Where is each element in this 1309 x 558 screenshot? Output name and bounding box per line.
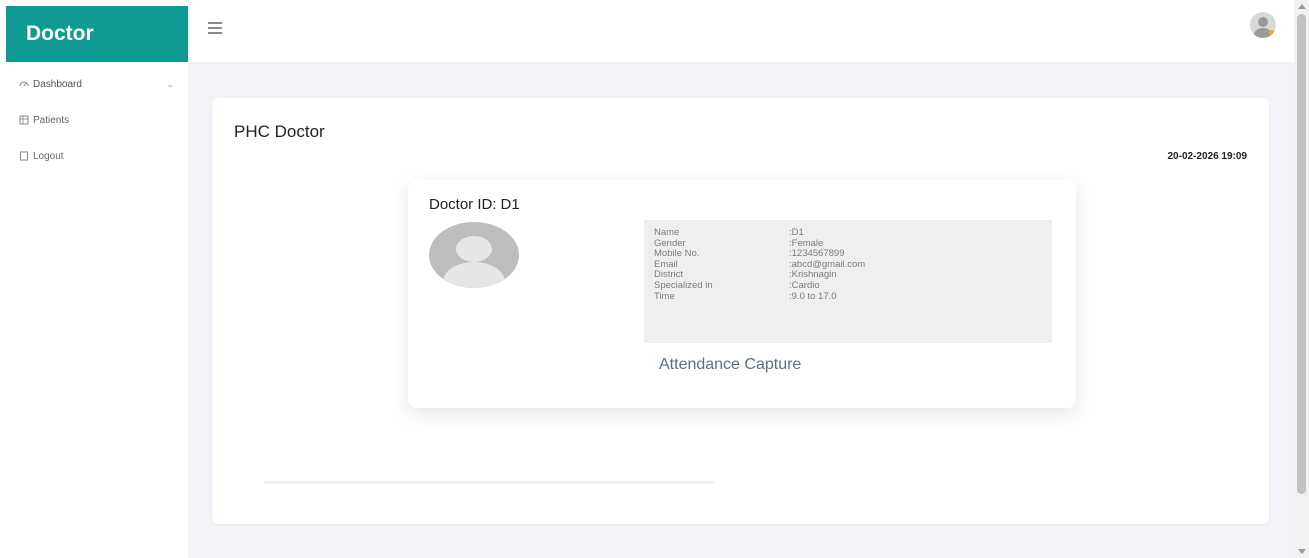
attendance-capture-link[interactable]: Attendance Capture bbox=[659, 356, 801, 374]
doctor-id-label: Doctor ID: bbox=[429, 196, 497, 213]
scroll-thumb[interactable] bbox=[1297, 14, 1306, 494]
brand-title[interactable]: Doctor bbox=[6, 6, 188, 62]
info-value: Cardio bbox=[789, 280, 820, 292]
doctor-profile-card: Doctor ID:D1 Name D1 Gender Female Mobil… bbox=[408, 180, 1076, 408]
hamburger-icon[interactable] bbox=[208, 22, 222, 34]
main-card: PHC Doctor 20-02-2026 19:09 Doctor ID: D1… bbox=[212, 98, 1269, 524]
sidebar: Doctor Dashboard ⌄ Patients Logout bbox=[0, 0, 188, 558]
datetime-display: 20-02-2026 19:09 bbox=[1167, 151, 1247, 162]
info-label: Name bbox=[654, 227, 680, 238]
sidebar-item-label: Dashboard bbox=[33, 78, 82, 90]
user-avatar-icon[interactable] bbox=[1250, 12, 1276, 38]
top-bar bbox=[188, 0, 1294, 62]
info-row-gender: Gender Female bbox=[654, 238, 1042, 250]
sidebar-item-dashboard[interactable]: Dashboard ⌄ bbox=[0, 66, 188, 102]
dashboard-icon bbox=[18, 79, 29, 90]
info-label: Time bbox=[654, 290, 675, 302]
logout-icon bbox=[18, 151, 29, 162]
info-label: Specialized in bbox=[654, 279, 713, 291]
doctor-avatar-icon bbox=[429, 222, 519, 288]
chevron-down-icon[interactable]: ⌄ bbox=[166, 79, 174, 90]
info-row-time: Time 9.0 to 17.0 bbox=[654, 290, 1042, 303]
sidebar-nav: Dashboard ⌄ Patients Logout bbox=[0, 66, 188, 174]
info-row-specialization: Specialized in Cardio bbox=[654, 279, 1042, 292]
sidebar-item-label: Logout bbox=[33, 150, 64, 162]
patients-icon bbox=[18, 115, 29, 126]
scroll-up-arrow-icon[interactable] bbox=[1298, 4, 1306, 9]
sidebar-item-logout[interactable]: Logout bbox=[0, 138, 188, 174]
info-value: 9.0 to 17.0 bbox=[789, 291, 837, 303]
info-row-name: Name D1 bbox=[654, 227, 1042, 239]
info-row-email: Email abcd@gmail.com bbox=[654, 259, 1042, 271]
doctor-info-box: Name D1 Gender Female Mobile No. 1234567… bbox=[644, 220, 1052, 343]
page-title: PHC Doctor bbox=[234, 122, 325, 141]
scrollbar[interactable] bbox=[1294, 0, 1309, 558]
doctor-id-value: D1 bbox=[500, 196, 520, 213]
info-value: D1 bbox=[789, 227, 804, 239]
divider bbox=[264, 481, 714, 484]
scroll-down-arrow-icon[interactable] bbox=[1298, 549, 1306, 554]
sidebar-item-label: Patients bbox=[33, 114, 70, 126]
sidebar-item-patients[interactable]: Patients bbox=[0, 102, 188, 138]
doctor-id-heading: Doctor ID: D1 bbox=[429, 196, 520, 213]
